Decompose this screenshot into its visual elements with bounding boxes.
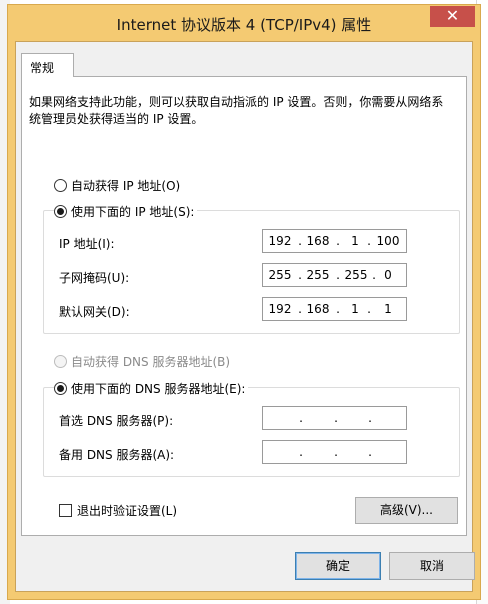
subnet-mask-octet-1: 255: [268, 268, 292, 282]
preferred-dns-input[interactable]: . . .: [262, 406, 407, 430]
preferred-dns-dot: .: [299, 411, 303, 425]
close-icon: ✕: [445, 6, 460, 25]
ip-auto-label: 自动获得 IP 地址(O): [71, 179, 181, 193]
alternate-dns-dot: .: [368, 445, 372, 459]
subnet-mask-octet-4: 0: [384, 268, 392, 282]
dns-auto-option[interactable]: 自动获得 DNS 服务器地址(B): [54, 353, 234, 370]
close-button[interactable]: ✕: [430, 6, 475, 27]
subnet-mask-input[interactable]: 255 . 255 . 255 . 0: [262, 263, 407, 287]
ip-address-dot: .: [367, 234, 371, 248]
alternate-dns-label: 备用 DNS 服务器(A):: [59, 448, 175, 462]
dialog-client-area: 常规 如果网络支持此功能，则可以获取自动指派的 IP 设置。否则，你需要从网络系…: [15, 41, 475, 592]
dns-auto-label: 自动获得 DNS 服务器地址(B): [71, 355, 231, 369]
default-gateway-octet-2: 168: [306, 302, 330, 316]
default-gateway-label: 默认网关(D):: [59, 305, 130, 319]
ip-address-input[interactable]: 192 . 168 . 1 . 100: [262, 229, 407, 253]
ip-address-octet-4: 100: [376, 234, 400, 248]
title-bar[interactable]: Internet 协议版本 4 (TCP/IPv4) 属性 ✕: [8, 5, 480, 41]
description-text: 如果网络支持此功能，则可以获取自动指派的 IP 设置。否则，你需要从网络系统管理…: [29, 95, 444, 126]
window-title: Internet 协议版本 4 (TCP/IPv4) 属性: [116, 16, 372, 34]
dns-manual-label: 使用下面的 DNS 服务器地址(E):: [71, 382, 246, 396]
dns-manual-option[interactable]: 使用下面的 DNS 服务器地址(E):: [54, 380, 249, 397]
ip-manual-label: 使用下面的 IP 地址(S):: [71, 205, 195, 219]
ip-address-octet-2: 168: [306, 234, 330, 248]
tcpipv4-properties-dialog: Internet 协议版本 4 (TCP/IPv4) 属性 ✕ 常规 如果网络支…: [7, 4, 481, 600]
default-gateway-octet-4: 1: [384, 302, 392, 316]
validate-on-exit-option[interactable]: 退出时验证设置(L): [59, 502, 177, 519]
ip-manual-option[interactable]: 使用下面的 IP 地址(S):: [54, 203, 198, 220]
subnet-mask-label: 子网掩码(U):: [59, 271, 130, 285]
tab-general[interactable]: 常规: [21, 53, 74, 77]
dns-auto-radio[interactable]: [54, 355, 67, 368]
validate-on-exit-label: 退出时验证设置(L): [77, 504, 178, 518]
ok-button[interactable]: 确定: [295, 552, 381, 580]
preferred-dns-label: 首选 DNS 服务器(P):: [59, 414, 174, 428]
default-gateway-dot: .: [367, 302, 371, 316]
default-gateway-input[interactable]: 192 . 168 . 1 . 1: [262, 297, 407, 321]
default-gateway-octet-1: 192: [268, 302, 292, 316]
alternate-dns-input[interactable]: . . .: [262, 440, 407, 464]
cancel-button[interactable]: 取消: [389, 552, 475, 580]
alternate-dns-dot: .: [334, 445, 338, 459]
dns-manual-radio[interactable]: [54, 382, 67, 395]
ip-manual-radio[interactable]: [54, 205, 67, 218]
validate-on-exit-checkbox[interactable]: [59, 504, 72, 517]
preferred-dns-dot: .: [368, 411, 372, 425]
preferred-dns-dot: .: [334, 411, 338, 425]
ip-address-octet-1: 192: [268, 234, 292, 248]
ip-address-label: IP 地址(I):: [59, 237, 115, 251]
ip-auto-radio[interactable]: [54, 179, 67, 192]
advanced-button[interactable]: 高级(V)...: [355, 497, 458, 524]
alternate-dns-dot: .: [299, 445, 303, 459]
ip-auto-option[interactable]: 自动获得 IP 地址(O): [54, 177, 184, 194]
subnet-mask-octet-3: 255: [344, 268, 368, 282]
subnet-mask-octet-2: 255: [306, 268, 330, 282]
